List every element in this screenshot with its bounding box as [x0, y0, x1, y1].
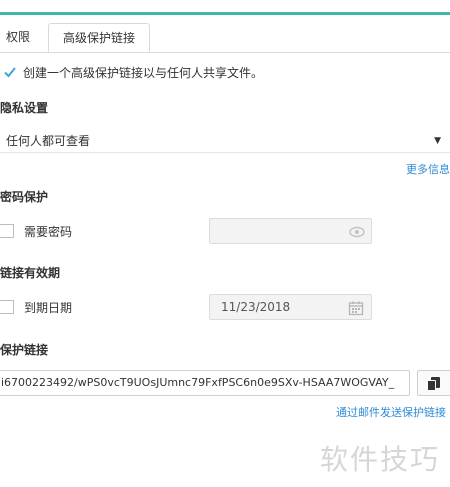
watermark-text: 软件技巧 — [320, 443, 441, 476]
password-protection-title: 密码保护 — [0, 190, 49, 204]
enable-protected-link-row[interactable]: 创建一个高级保护链接以与任何人共享文件。 — [0, 63, 263, 81]
copy-link-button[interactable] — [417, 370, 450, 396]
top-accent-bar — [0, 0, 450, 15]
enable-protected-link-label: 创建一个高级保护链接以与任何人共享文件。 — [23, 65, 264, 80]
tab-protected-link[interactable]: 高级保护链接 — [48, 23, 150, 52]
require-password-label: 需要密码 — [24, 224, 73, 239]
expiry-date-field[interactable]: 11/23/2018 — [209, 294, 372, 320]
email-protected-link[interactable]: 通过邮件发送保护链接 — [336, 404, 446, 420]
require-password-checkbox[interactable] — [0, 224, 14, 238]
protected-link-url-field[interactable]: i6700223492/wPS0vcT9UOsJUmnc79FxfPSC6n0e… — [0, 370, 410, 396]
eye-icon[interactable] — [349, 225, 365, 239]
expiry-date-label: 到期日期 — [24, 300, 73, 315]
privacy-select-value: 任何人都可查看 — [6, 134, 91, 148]
tab-bar: 权限 高级保护链接 — [0, 23, 450, 53]
link-expiry-title: 链接有效期 — [0, 266, 61, 280]
copy-icon — [427, 377, 440, 391]
expiry-date-row[interactable]: 到期日期 — [0, 298, 72, 316]
checkmark-icon[interactable] — [3, 65, 17, 79]
require-password-row[interactable]: 需要密码 — [0, 222, 72, 240]
tab-permissions[interactable]: 权限 — [6, 23, 30, 51]
password-field[interactable] — [209, 218, 372, 244]
privacy-select[interactable]: 任何人都可查看 ▼ — [0, 130, 450, 153]
more-info-link[interactable]: 更多信息 — [406, 161, 450, 177]
dropdown-arrow-icon: ▼ — [434, 136, 441, 146]
calendar-icon[interactable] — [348, 300, 364, 316]
protected-link-title: 保护链接 — [0, 343, 49, 357]
privacy-settings-title: 隐私设置 — [0, 101, 49, 115]
expiry-date-value: 11/23/2018 — [221, 300, 291, 314]
expiry-date-checkbox[interactable] — [0, 300, 14, 314]
